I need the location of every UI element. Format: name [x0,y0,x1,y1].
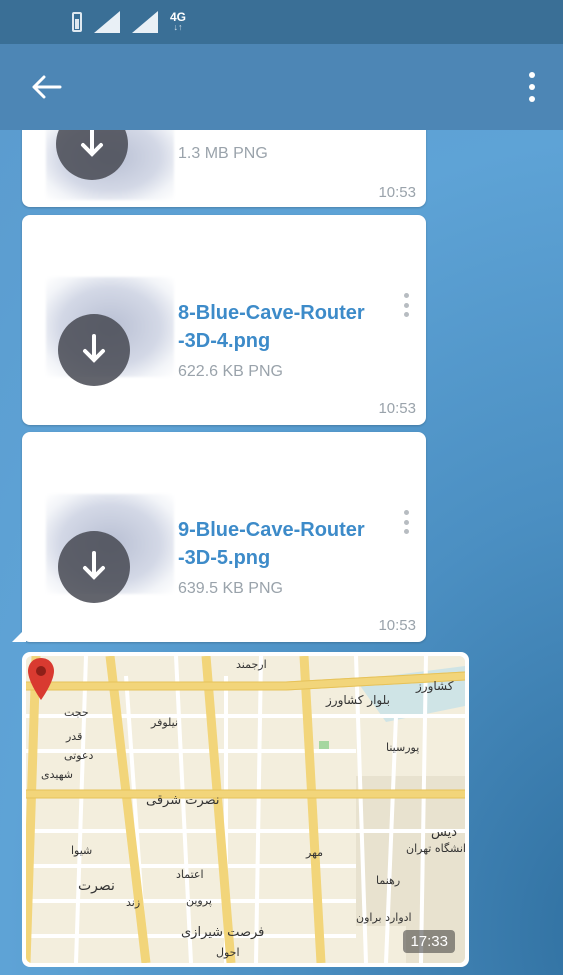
bubble-tail [12,628,26,642]
map-pin-icon [28,658,54,700]
map-drawing: ارجمند بلوار کشاورز کشاورز حجت نیلوفر قد… [26,656,465,963]
svg-text:مهر: مهر [305,846,323,859]
svg-text:ادوارد براون: ادوارد براون [356,911,412,924]
file-size: 622.6 KB PNG [178,363,283,380]
download-button[interactable] [58,314,130,386]
svg-text:بلوار کشاورز: بلوار کشاورز [325,693,390,708]
svg-text:احول: احول [216,946,240,959]
file-size: 1.3 MB PNG [178,145,268,162]
chat-area: 1.3 MB PNG 10:53 8-Blue-Cave-Router -3D-… [0,130,563,975]
file-message-3[interactable]: 9-Blue-Cave-Router -3D-5.png 639.5 KB PN… [22,432,426,642]
file-name-line1[interactable]: 9-Blue-Cave-Router [178,516,408,544]
network-type: 4G [170,10,187,24]
more-vertical-icon[interactable] [527,72,537,102]
svg-text:دعوتی: دعوتی [64,749,93,762]
map-preview[interactable]: ارجمند بلوار کشاورز کشاورز حجت نیلوفر قد… [26,656,465,963]
status-bar: 4G ↓↑ [0,0,563,44]
battery-icon [72,12,82,32]
svg-text:نصرت: نصرت [78,878,115,894]
message-time: 10:53 [378,184,416,201]
message-time: 10:53 [378,400,416,417]
svg-text:شیوا: شیوا [71,844,92,857]
arrow-left-icon[interactable] [32,75,62,99]
location-message[interactable]: ارجمند بلوار کشاورز کشاورز حجت نیلوفر قد… [22,652,469,967]
svg-text:شهیدی: شهیدی [41,768,73,781]
file-message-1[interactable]: 1.3 MB PNG 10:53 [22,130,426,207]
message-time: 10:53 [378,617,416,634]
signal-icon-2 [132,11,158,33]
signal-icon [94,11,120,33]
svg-text:دانشگاه تهران: دانشگاه تهران [406,842,465,855]
svg-text:حجت: حجت [64,706,89,719]
download-arrow-icon [81,130,103,157]
svg-text:پورسینا: پورسینا [386,741,419,754]
svg-text:فرصت شیرازی: فرصت شیرازی [181,925,264,940]
download-arrow-icon [83,551,105,580]
svg-text:پروین: پروین [186,894,212,907]
svg-text:قدر: قدر [65,730,82,743]
svg-text:اعتماد: اعتماد [176,868,204,881]
svg-text:نصرت شرقی: نصرت شرقی [146,793,220,808]
file-name-line2[interactable]: -3D-4.png [178,327,408,355]
svg-text:نیلوفر: نیلوفر [150,716,178,729]
network-indicator: 4G ↓↑ [170,10,187,32]
file-message-2[interactable]: 8-Blue-Cave-Router -3D-4.png 622.6 KB PN… [22,215,426,425]
more-options-icon[interactable] [404,510,410,534]
network-arrows: ↓↑ [173,22,183,32]
svg-text:کشاورز: کشاورز [415,679,454,694]
download-button[interactable] [58,531,130,603]
more-options-icon[interactable] [404,293,410,317]
file-name-line1[interactable]: 8-Blue-Cave-Router [178,299,408,327]
file-size: 639.5 KB PNG [178,580,283,597]
app-bar [0,44,563,130]
svg-text:زند: زند [126,896,140,909]
svg-text:ارجمند: ارجمند [236,658,267,671]
download-arrow-icon [83,334,105,363]
svg-text:رهنما: رهنما [376,874,400,887]
file-name-line2[interactable]: -3D-5.png [178,544,408,572]
svg-text:دیس: دیس [431,825,457,840]
message-time: 17:33 [403,930,455,953]
